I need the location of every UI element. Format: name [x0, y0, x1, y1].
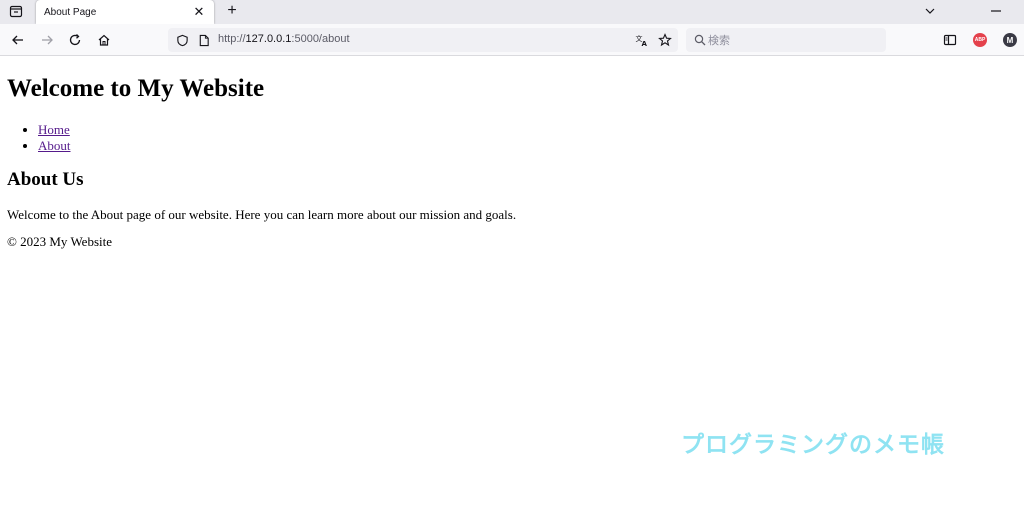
page-title: Welcome to My Website	[7, 75, 265, 102]
url-path: :5000/about	[291, 33, 350, 45]
list-item: About	[38, 138, 71, 154]
tab-about-page[interactable]: About Page ✕	[36, 0, 214, 24]
about-paragraph: Welcome to the About page of our website…	[7, 207, 517, 222]
page-icon[interactable]	[194, 30, 214, 50]
reload-icon[interactable]	[65, 30, 85, 50]
tab-bar: About Page ✕ +	[0, 0, 1024, 24]
star-icon[interactable]	[655, 30, 675, 50]
list-item: Home	[38, 122, 71, 138]
sidebar-icon[interactable]	[940, 30, 960, 50]
tab-manager-icon[interactable]	[6, 2, 26, 20]
url-scheme: http://	[218, 33, 246, 45]
nav-link-about[interactable]: About	[38, 138, 71, 153]
site-nav-list: Home About	[38, 122, 71, 154]
chevron-down-icon[interactable]	[920, 1, 940, 21]
translate-icon[interactable]: 文A	[632, 30, 652, 50]
search-bar[interactable]	[686, 28, 886, 52]
forward-arrow-icon[interactable]	[37, 30, 57, 50]
minimize-icon[interactable]	[986, 1, 1006, 21]
watermark-text: プログラミングのメモ帳	[681, 432, 945, 458]
profile-avatar[interactable]: M	[1000, 30, 1020, 50]
back-arrow-icon[interactable]	[8, 30, 28, 50]
shield-icon[interactable]	[172, 30, 192, 50]
nav-link-home[interactable]: Home	[38, 122, 70, 137]
adblock-extension-button[interactable]: ABP	[970, 30, 990, 50]
navigation-toolbar: http://127.0.0.1:5000/about 文A ABP M	[0, 24, 1024, 56]
section-heading: About Us	[7, 169, 84, 190]
tab-title: About Page	[44, 6, 97, 18]
search-icon	[690, 30, 710, 50]
url-bar[interactable]: http://127.0.0.1:5000/about 文A	[168, 28, 678, 52]
close-icon[interactable]: ✕	[192, 4, 206, 19]
abp-label: ABP	[973, 33, 987, 47]
url-host: 127.0.0.1	[245, 33, 292, 45]
url-text[interactable]: http://127.0.0.1:5000/about	[218, 33, 350, 45]
home-icon[interactable]	[94, 30, 114, 50]
footer-copyright: © 2023 My Website	[7, 234, 113, 249]
plus-icon[interactable]: +	[222, 1, 242, 21]
svg-text:A: A	[642, 40, 648, 47]
search-input[interactable]	[708, 30, 878, 50]
profile-initial: M	[1003, 33, 1017, 47]
